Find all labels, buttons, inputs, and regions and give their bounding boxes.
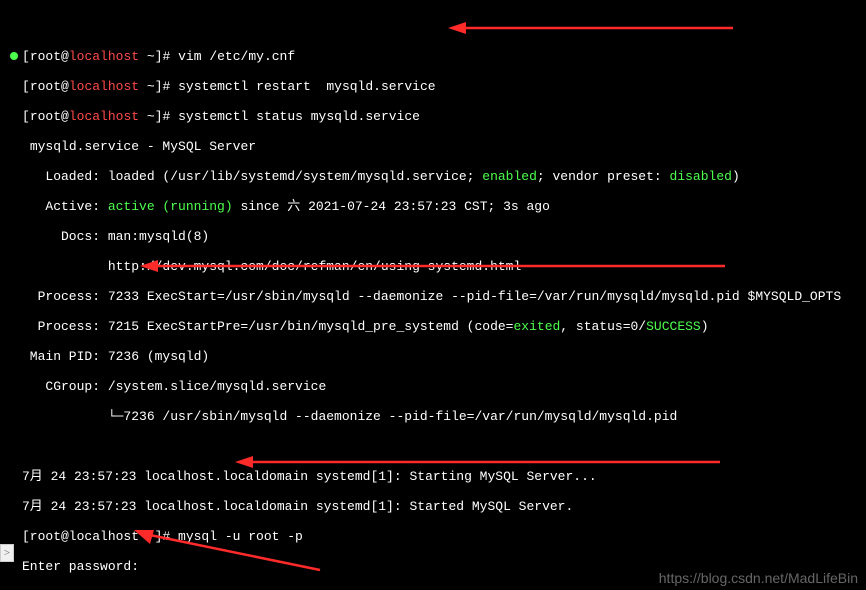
line-docs1: Docs: man:mysqld(8) (22, 229, 209, 244)
line-log1: 7月 24 23:57:23 localhost.localdomain sys… (22, 469, 597, 484)
line-log2: 7月 24 23:57:23 localhost.localdomain sys… (22, 499, 573, 514)
line-mysql-cmd: [root@localhost ~]# mysql -u root -p (22, 529, 303, 544)
line-docs2: http://dev.mysql.com/doc/refman/en/using… (22, 259, 521, 274)
line-proc1: Process: 7233 ExecStart=/usr/sbin/mysqld… (22, 289, 841, 304)
line-enter-pass: Enter password: (22, 559, 147, 574)
line-loaded: Loaded: loaded (/usr/lib/systemd/system/… (22, 169, 740, 184)
line-unit: mysqld.service - MySQL Server (22, 139, 256, 154)
watermark: https://blog.csdn.net/MadLifeBin (659, 570, 858, 586)
line-mainpid: Main PID: 7236 (mysqld) (22, 349, 209, 364)
dot-indicator (10, 52, 18, 60)
line-blank (22, 439, 30, 454)
terminal-view[interactable]: [root@localhost ~]# vim /etc/my.cnf [roo… (0, 0, 866, 590)
line-proc2: Process: 7215 ExecStartPre=/usr/bin/mysq… (22, 319, 709, 334)
line-cmd2: [root@localhost ~]# systemctl restart my… (22, 79, 436, 94)
gutter-indicator: > (0, 544, 14, 562)
line-cgroup2: └─7236 /usr/sbin/mysqld --daemonize --pi… (22, 409, 677, 424)
line-active: Active: active (running) since 六 2021-07… (22, 199, 550, 214)
line-cgroup1: CGroup: /system.slice/mysqld.service (22, 379, 326, 394)
line-cmd3: [root@localhost ~]# systemctl status mys… (22, 109, 420, 124)
line-cmd1: [root@localhost ~]# vim /etc/my.cnf (22, 49, 295, 64)
